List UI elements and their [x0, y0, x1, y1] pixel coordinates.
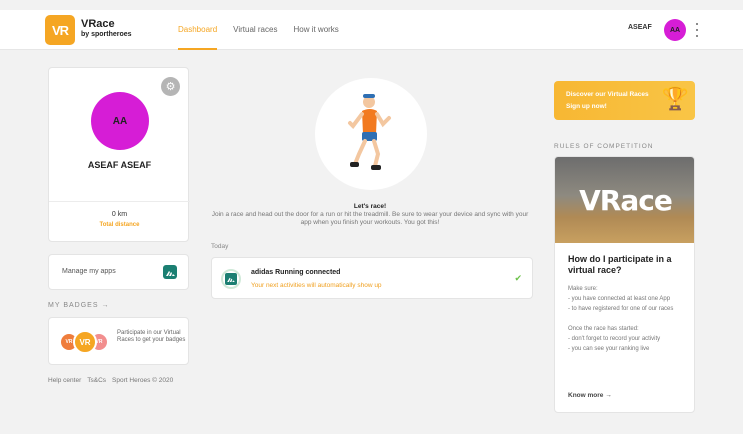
logo-text: VRace by sportheroes: [81, 19, 132, 39]
divider: [49, 201, 190, 202]
total-distance-value: 0 km: [111, 211, 128, 218]
rules-line: Make sure:: [568, 286, 598, 292]
promo-title: Discover our Virtual Races: [566, 91, 649, 98]
profile-card: ⚙ AA ASEAF ASEAF 0 km Total distance: [48, 67, 190, 242]
rules-heading: RULES OF COMPETITION: [554, 143, 654, 150]
logo-mark[interactable]: VR: [45, 15, 75, 45]
logo-subtitle: by sportheroes: [81, 31, 132, 38]
rules-line: - you have connected at least one App: [568, 296, 671, 302]
rules-line: Once the race has started:: [568, 326, 639, 332]
lets-race-description: Join a race and head out the door for a …: [211, 211, 529, 226]
check-icon: ✔: [514, 273, 522, 283]
rules-body: Make sure: - you have connected at least…: [568, 284, 690, 354]
activity-title: adidas Running connected: [251, 269, 341, 276]
rules-line: - you can see your ranking live: [568, 346, 650, 352]
nav-dashboard[interactable]: Dashboard: [170, 10, 225, 50]
footer-links: Help center Ts&Cs Sport Heroes © 2020: [48, 377, 173, 384]
more-menu-icon[interactable]: [694, 21, 700, 39]
badges-card: VR VR VR Participate in our Virtual Race…: [48, 317, 189, 365]
rules-card: VRace How do I participate in a virtual …: [554, 156, 695, 413]
main-nav: Dashboard Virtual races How it works: [170, 10, 347, 50]
trophy-icon: 🏆: [661, 86, 689, 111]
total-distance-label: Total distance: [99, 222, 140, 228]
rules-image-text: VRace: [579, 183, 673, 217]
adidas-running-icon: [221, 269, 241, 289]
rules-banner-image: VRace: [555, 157, 694, 243]
rules-line: [568, 314, 690, 324]
gear-icon[interactable]: ⚙: [161, 77, 180, 96]
lets-race-title: Let's race!: [353, 203, 387, 210]
know-more-link[interactable]: Know more →: [568, 392, 612, 399]
header-avatar[interactable]: AA: [664, 19, 686, 41]
promo-cta: Sign up now!: [566, 103, 607, 110]
top-strip: [0, 0, 743, 10]
badges-text: Participate in our Virtual Races to get …: [117, 330, 186, 343]
header: VR VRace by sportheroes Dashboard Virtua…: [0, 10, 743, 50]
activity-card: adidas Running connected Your next activ…: [211, 257, 533, 299]
nav-how-it-works[interactable]: How it works: [285, 10, 346, 50]
copyright: Sport Heroes © 2020: [112, 377, 174, 384]
manage-apps-label: Manage my apps: [62, 268, 116, 275]
profile-avatar: AA: [91, 92, 149, 150]
logo-title: VRace: [81, 18, 115, 30]
my-badges-link[interactable]: MY BADGES →: [48, 302, 109, 309]
runner-icon: [348, 94, 391, 170]
rules-line: - to have registered for one of our race…: [568, 306, 674, 312]
discover-races-banner[interactable]: Discover our Virtual Races Sign up now! …: [554, 81, 695, 120]
header-user-name[interactable]: ASEAF: [628, 24, 652, 31]
rules-line: - don't forget to record your activity: [568, 336, 661, 342]
activity-subtitle: Your next activities will automatically …: [251, 282, 382, 289]
adidas-icon: [163, 265, 177, 279]
manage-apps-button[interactable]: Manage my apps: [48, 254, 189, 290]
terms-link[interactable]: Ts&Cs: [87, 377, 106, 384]
runner-illustration: [315, 78, 427, 190]
badge-icon: VR: [73, 330, 97, 354]
nav-virtual-races[interactable]: Virtual races: [225, 10, 285, 50]
profile-name: ASEAF ASEAF: [87, 160, 152, 170]
today-label: Today: [211, 243, 229, 250]
help-center-link[interactable]: Help center: [48, 377, 81, 384]
rules-question: How do I participate in a virtual race?: [568, 254, 672, 275]
